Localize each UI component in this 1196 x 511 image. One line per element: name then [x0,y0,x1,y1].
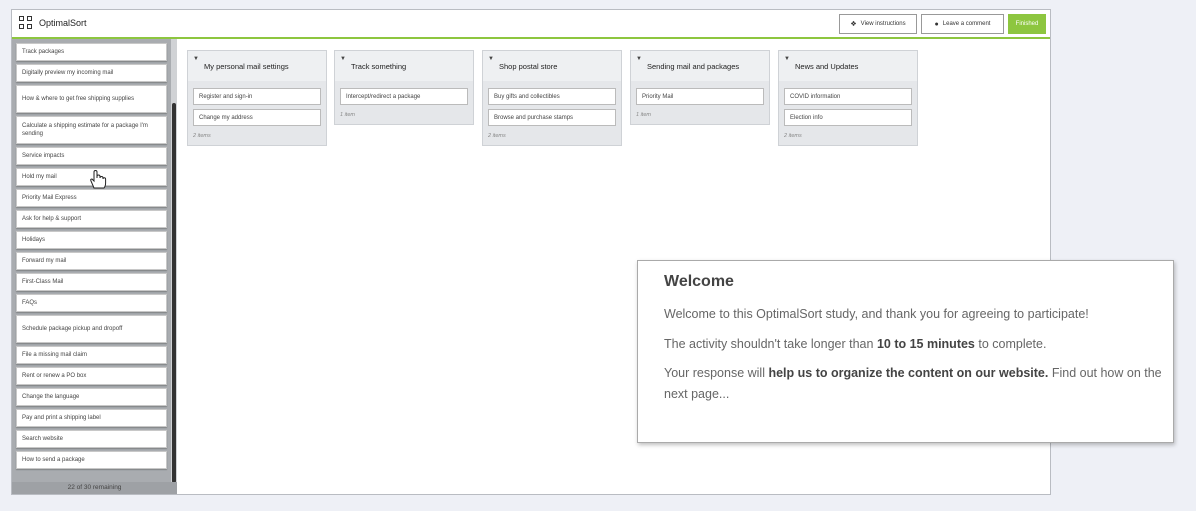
welcome-dialog: Welcome Welcome to this OptimalSort stud… [637,260,1174,443]
triangle-down-icon[interactable]: ▼ [340,56,346,62]
sidebar-scroll-thumb[interactable] [172,103,176,483]
sort-card[interactable]: Schedule package pickup and dropoff [16,315,167,343]
grid-logo-icon [19,16,33,30]
sort-card[interactable]: Change the language [16,388,167,406]
category-name: My personal mail settings [204,62,289,71]
category-column[interactable]: ▼ My personal mail settings Register and… [187,50,327,146]
info-icon: ❖ [850,21,857,28]
category-column[interactable]: ▼ Shop postal store Buy gifts and collec… [482,50,622,146]
category-header[interactable]: ▼ Track something [335,51,473,81]
sort-card[interactable]: How to send a package [16,451,167,469]
category-header[interactable]: ▼ Shop postal store [483,51,621,81]
sorted-card[interactable]: Election info [784,109,912,126]
top-bar: OptimalSort ❖ View instructions ● Leave … [12,10,1050,39]
hand-pointer-icon [90,169,107,189]
sorted-card[interactable]: Intercept/redirect a package [340,88,468,105]
category-column[interactable]: ▼ Track something Intercept/redirect a p… [334,50,474,125]
sorted-card[interactable]: Change my address [193,109,321,126]
sort-card[interactable]: Ask for help & support [16,210,167,228]
welcome-title: Welcome [664,273,734,290]
sort-card[interactable]: FAQs [16,294,167,312]
finished-button[interactable]: Finished [1008,14,1046,34]
category-item-count: 2 items [193,133,211,139]
app-title: OptimalSort [39,18,87,28]
view-instructions-label: View instructions [860,21,906,27]
sorted-card[interactable]: Buy gifts and collectibles [488,88,616,105]
category-name: Shop postal store [499,62,558,71]
sort-card[interactable]: How & where to get free shipping supplie… [16,85,167,113]
category-header[interactable]: ▼ Sending mail and packages [631,51,769,81]
sort-card[interactable]: Forward my mail [16,252,167,270]
triangle-down-icon[interactable]: ▼ [636,56,642,62]
triangle-down-icon[interactable]: ▼ [784,56,790,62]
welcome-intro-text: Welcome to this OptimalSort study, and t… [664,307,1089,321]
view-instructions-button[interactable]: ❖ View instructions [839,14,917,34]
category-item-count: 2 items [784,133,802,139]
category-header[interactable]: ▼ News and Updates [779,51,917,81]
category-column[interactable]: ▼ Sending mail and packages Priority Mai… [630,50,770,125]
category-header[interactable]: ▼ My personal mail settings [188,51,326,81]
sorted-card[interactable]: Browse and purchase stamps [488,109,616,126]
category-name: Track something [351,62,407,71]
category-item-count: 1 item [636,112,651,118]
comment-icon: ● [934,20,939,28]
sort-card[interactable]: Holidays [16,231,167,249]
sort-card[interactable]: Priority Mail Express [16,189,167,207]
category-name: Sending mail and packages [647,62,740,71]
sort-card[interactable]: Rent or renew a PO box [16,367,167,385]
triangle-down-icon[interactable]: ▼ [193,56,199,62]
sort-card[interactable]: Digitally preview my incoming mail [16,64,167,82]
category-item-count: 1 item [340,112,355,118]
welcome-duration-text: The activity shouldn't take longer than … [664,337,1047,351]
category-item-count: 2 items [488,133,506,139]
category-name: News and Updates [795,62,859,71]
sorted-card[interactable]: Priority Mail [636,88,764,105]
sort-card[interactable]: Pay and print a shipping label [16,409,167,427]
cards-remaining-counter: 22 of 30 remaining [12,482,177,494]
leave-comment-label: Leave a comment [942,21,991,27]
sorted-card[interactable]: COVID information [784,88,912,105]
sort-card[interactable]: Service impacts [16,147,167,165]
category-column[interactable]: ▼ News and Updates COVID information Ele… [778,50,918,146]
triangle-down-icon[interactable]: ▼ [488,56,494,62]
welcome-purpose-text: Your response will help us to organize t… [664,366,1162,401]
leave-comment-button[interactable]: ● Leave a comment [921,14,1004,34]
sort-card[interactable]: Search website [16,430,167,448]
sort-card[interactable]: File a missing mail claim [16,346,167,364]
card-sidebar: Track packages Digitally preview my inco… [12,39,177,494]
sorted-card[interactable]: Register and sign-in [193,88,321,105]
sort-card[interactable]: Track packages [16,43,167,61]
sort-card[interactable]: First-Class Mail [16,273,167,291]
sort-card[interactable]: Calculate a shipping estimate for a pack… [16,116,167,144]
